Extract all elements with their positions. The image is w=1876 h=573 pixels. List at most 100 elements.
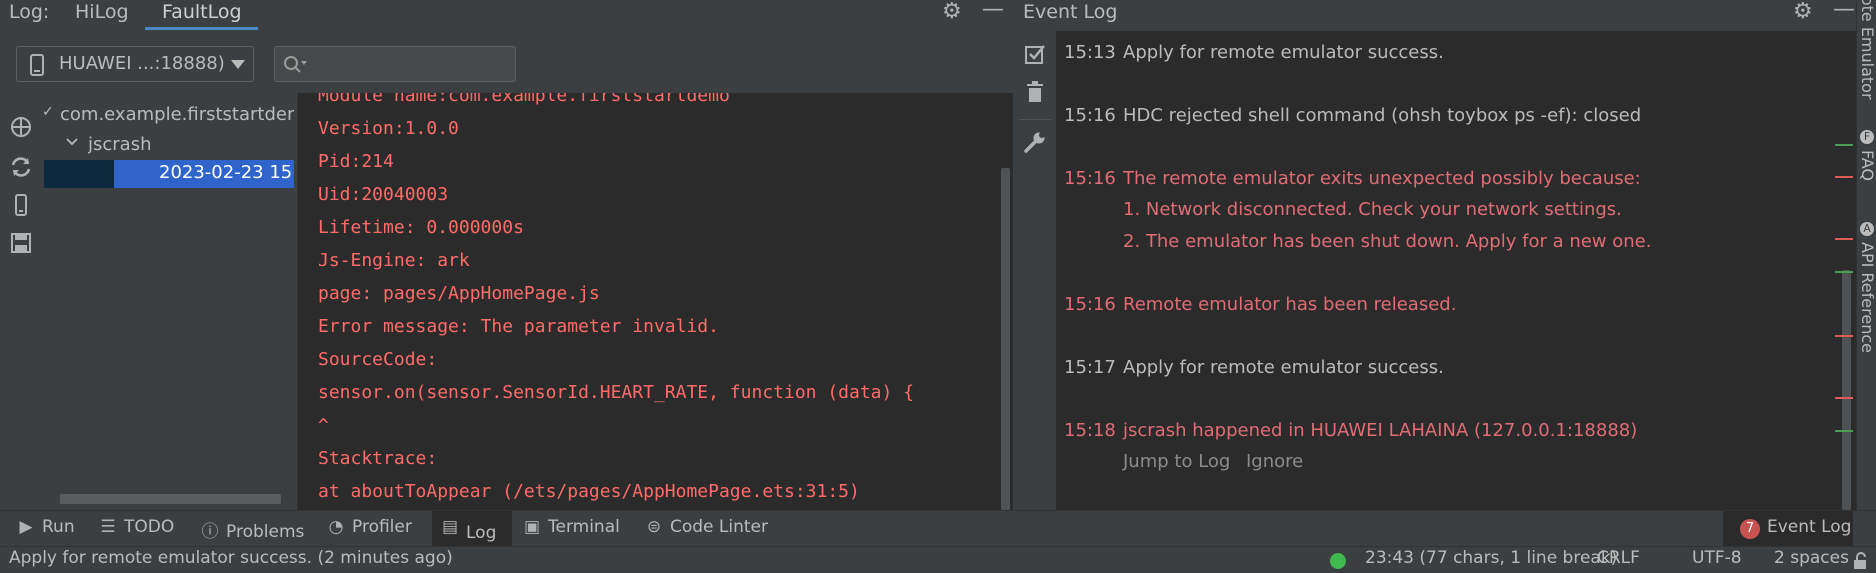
run-icon: ▶ (19, 517, 33, 537)
search-icon (284, 56, 307, 73)
code-line: Lifetime: 0.000000s (318, 217, 524, 238)
tree-entry-node[interactable]: 2023-02-23 15:18:34 (114, 160, 294, 188)
profiler-icon: ◔ (328, 517, 344, 537)
code-linter-tool-button[interactable]: ⊜ Code Linter (644, 517, 768, 543)
log-label: Log: (9, 1, 50, 23)
code-line: sensor.on(sensor.SensorId.HEART_RATE, fu… (318, 382, 915, 403)
settings-gear-icon[interactable]: ⚙ (942, 0, 962, 24)
code-line: Pid:214 (318, 151, 394, 172)
error-marker (1835, 335, 1853, 337)
save-icon[interactable] (6, 231, 36, 261)
event-message: Apply for remote emulator success. (1123, 357, 1444, 378)
code-line: Module name:com.example.firststartdemo (318, 93, 730, 106)
code-scroll-track (999, 93, 1013, 510)
event-message: Apply for remote emulator success. (1123, 42, 1444, 63)
tab-faultlog[interactable]: FaultLog (162, 1, 242, 23)
event-time: 15:16 (1064, 105, 1116, 126)
log-search-box[interactable] (274, 46, 516, 82)
event-time: 15:13 (1064, 42, 1116, 63)
error-marker (1835, 238, 1853, 240)
code-line: SourceCode: (318, 349, 438, 370)
problems-tool-button[interactable]: ⓘ Problems (200, 517, 305, 543)
event-message: The remote emulator exits unexpected pos… (1123, 168, 1641, 189)
event-log-toolstrip (1013, 31, 1056, 510)
event-message: jscrash happened in HUAWEI LAHAINA (127.… (1123, 420, 1638, 441)
bottom-tool-bar: ▶ Run ☰ TODO ⓘ Problems ◔ Profiler ▤ Log ▣ Ter… (0, 510, 1876, 547)
trash-icon[interactable] (1026, 81, 1044, 103)
event-time: 15:16 (1064, 168, 1116, 189)
log-icon: ▤ (441, 517, 459, 537)
tree-group-node[interactable]: jscrash (88, 134, 152, 155)
tree-app-node[interactable]: com.example.firststartdemo (60, 104, 294, 125)
event-message: HDC rejected shell command (ohsh toybox … (1123, 105, 1642, 126)
line-separator[interactable]: CRLF (1597, 548, 1640, 568)
mark-all-read-icon[interactable] (1024, 43, 1046, 65)
status-ok-indicator-icon[interactable] (1330, 553, 1346, 569)
todo-icon: ☰ (100, 517, 116, 537)
event-message: Remote emulator has been released. (1123, 294, 1457, 315)
code-line: ^ (318, 415, 329, 436)
code-line: Version:1.0.0 (318, 118, 459, 139)
tree-selection-highlight: 2023-02-23 15:18:34 (44, 160, 294, 188)
add-filter-icon[interactable] (6, 115, 36, 145)
profiler-tool-button[interactable]: ◔ Profiler (326, 517, 412, 543)
code-line: Error message: The parameter invalid. (318, 316, 719, 337)
event-time: 15:18 (1064, 420, 1116, 441)
code-linter-icon: ⊜ (646, 517, 662, 537)
event-markers (1832, 31, 1856, 510)
faq-tool[interactable]: FAQ (1858, 150, 1876, 181)
code-vertical-scrollbar[interactable] (1001, 168, 1010, 510)
log-search-input[interactable] (309, 51, 513, 79)
todo-tool-button[interactable]: ☰ TODO (98, 517, 174, 543)
refresh-icon[interactable] (6, 155, 36, 185)
log-tab-bar: Log: HiLog FaultLog ⚙ — (0, 0, 1013, 31)
run-tool-button[interactable]: ▶ Run (16, 517, 74, 543)
tab-hilog[interactable]: HiLog (75, 1, 129, 23)
phone-icon (30, 54, 44, 76)
event-log-tool-button[interactable]: 7 Event Log (1723, 511, 1853, 547)
event-log-tool-label: Event Log (1767, 517, 1852, 537)
event-message: 1. Network disconnected. Check your netw… (1123, 199, 1622, 220)
terminal-icon: ▣ (523, 517, 541, 537)
log-tool-button[interactable]: ▤ Log (432, 511, 512, 547)
code-line: Js-Engine: ark (318, 250, 470, 271)
problems-icon: ⓘ (201, 522, 219, 542)
tree-chevron-icon[interactable] (66, 138, 78, 146)
code-line: at aboutToAppear (/ets/pages/AppHomePage… (318, 481, 860, 502)
faq-icon: F (1860, 130, 1874, 144)
device-icon[interactable] (6, 193, 36, 223)
status-message[interactable]: Apply for remote emulator success. (2 mi… (9, 548, 453, 568)
minimize-icon[interactable]: — (982, 0, 1004, 22)
code-line: Uid:20040003 (318, 184, 449, 205)
toolstrip-divider (1019, 119, 1051, 120)
right-tool-stripe: Remote Emulator F FAQ A API Reference (1856, 0, 1876, 510)
device-select[interactable]: HUAWEI ...:18888) (16, 46, 254, 82)
ignore-link[interactable]: Ignore (1246, 451, 1303, 472)
unlock-icon[interactable] (1852, 552, 1868, 570)
info-marker (1835, 144, 1853, 146)
caret-position[interactable]: 23:43 (77 chars, 1 line break) (1365, 548, 1617, 568)
event-time: 15:17 (1064, 357, 1116, 378)
tree-entry-label: 2023-02-23 15:18:34 (159, 162, 294, 183)
fault-log-content: Module name:com.example.firststartdemo V… (297, 93, 1000, 510)
chevron-down-icon (231, 60, 245, 69)
indent-setting[interactable]: 2 spaces (1774, 548, 1849, 568)
api-reference-tool[interactable]: API Reference (1858, 242, 1876, 353)
device-select-value: HUAWEI ...:18888) (59, 53, 225, 74)
log-panel: Log: HiLog FaultLog ⚙ — HUAWEI ...:18888… (0, 0, 1013, 510)
error-marker (1835, 397, 1853, 399)
info-marker (1835, 271, 1853, 273)
terminal-tool-button[interactable]: ▣ Terminal (522, 517, 620, 543)
code-line: page: pages/AppHomePage.js (318, 283, 600, 304)
tree-expand-icon[interactable]: ✓ (42, 104, 54, 120)
api-reference-icon: A (1860, 222, 1874, 236)
active-tab-indicator (145, 27, 258, 30)
status-bar: Apply for remote emulator success. (2 mi… (0, 546, 1876, 573)
jump-to-log-link[interactable]: Jump to Log (1123, 451, 1230, 472)
file-encoding[interactable]: UTF-8 (1692, 548, 1742, 568)
wrench-icon[interactable] (1024, 131, 1046, 153)
event-time: 15:16 (1064, 294, 1116, 315)
remote-emulator-tool[interactable]: Remote Emulator (1858, 0, 1876, 100)
code-line: Stacktrace: (318, 448, 438, 469)
tree-horizontal-scrollbar[interactable] (60, 494, 281, 504)
